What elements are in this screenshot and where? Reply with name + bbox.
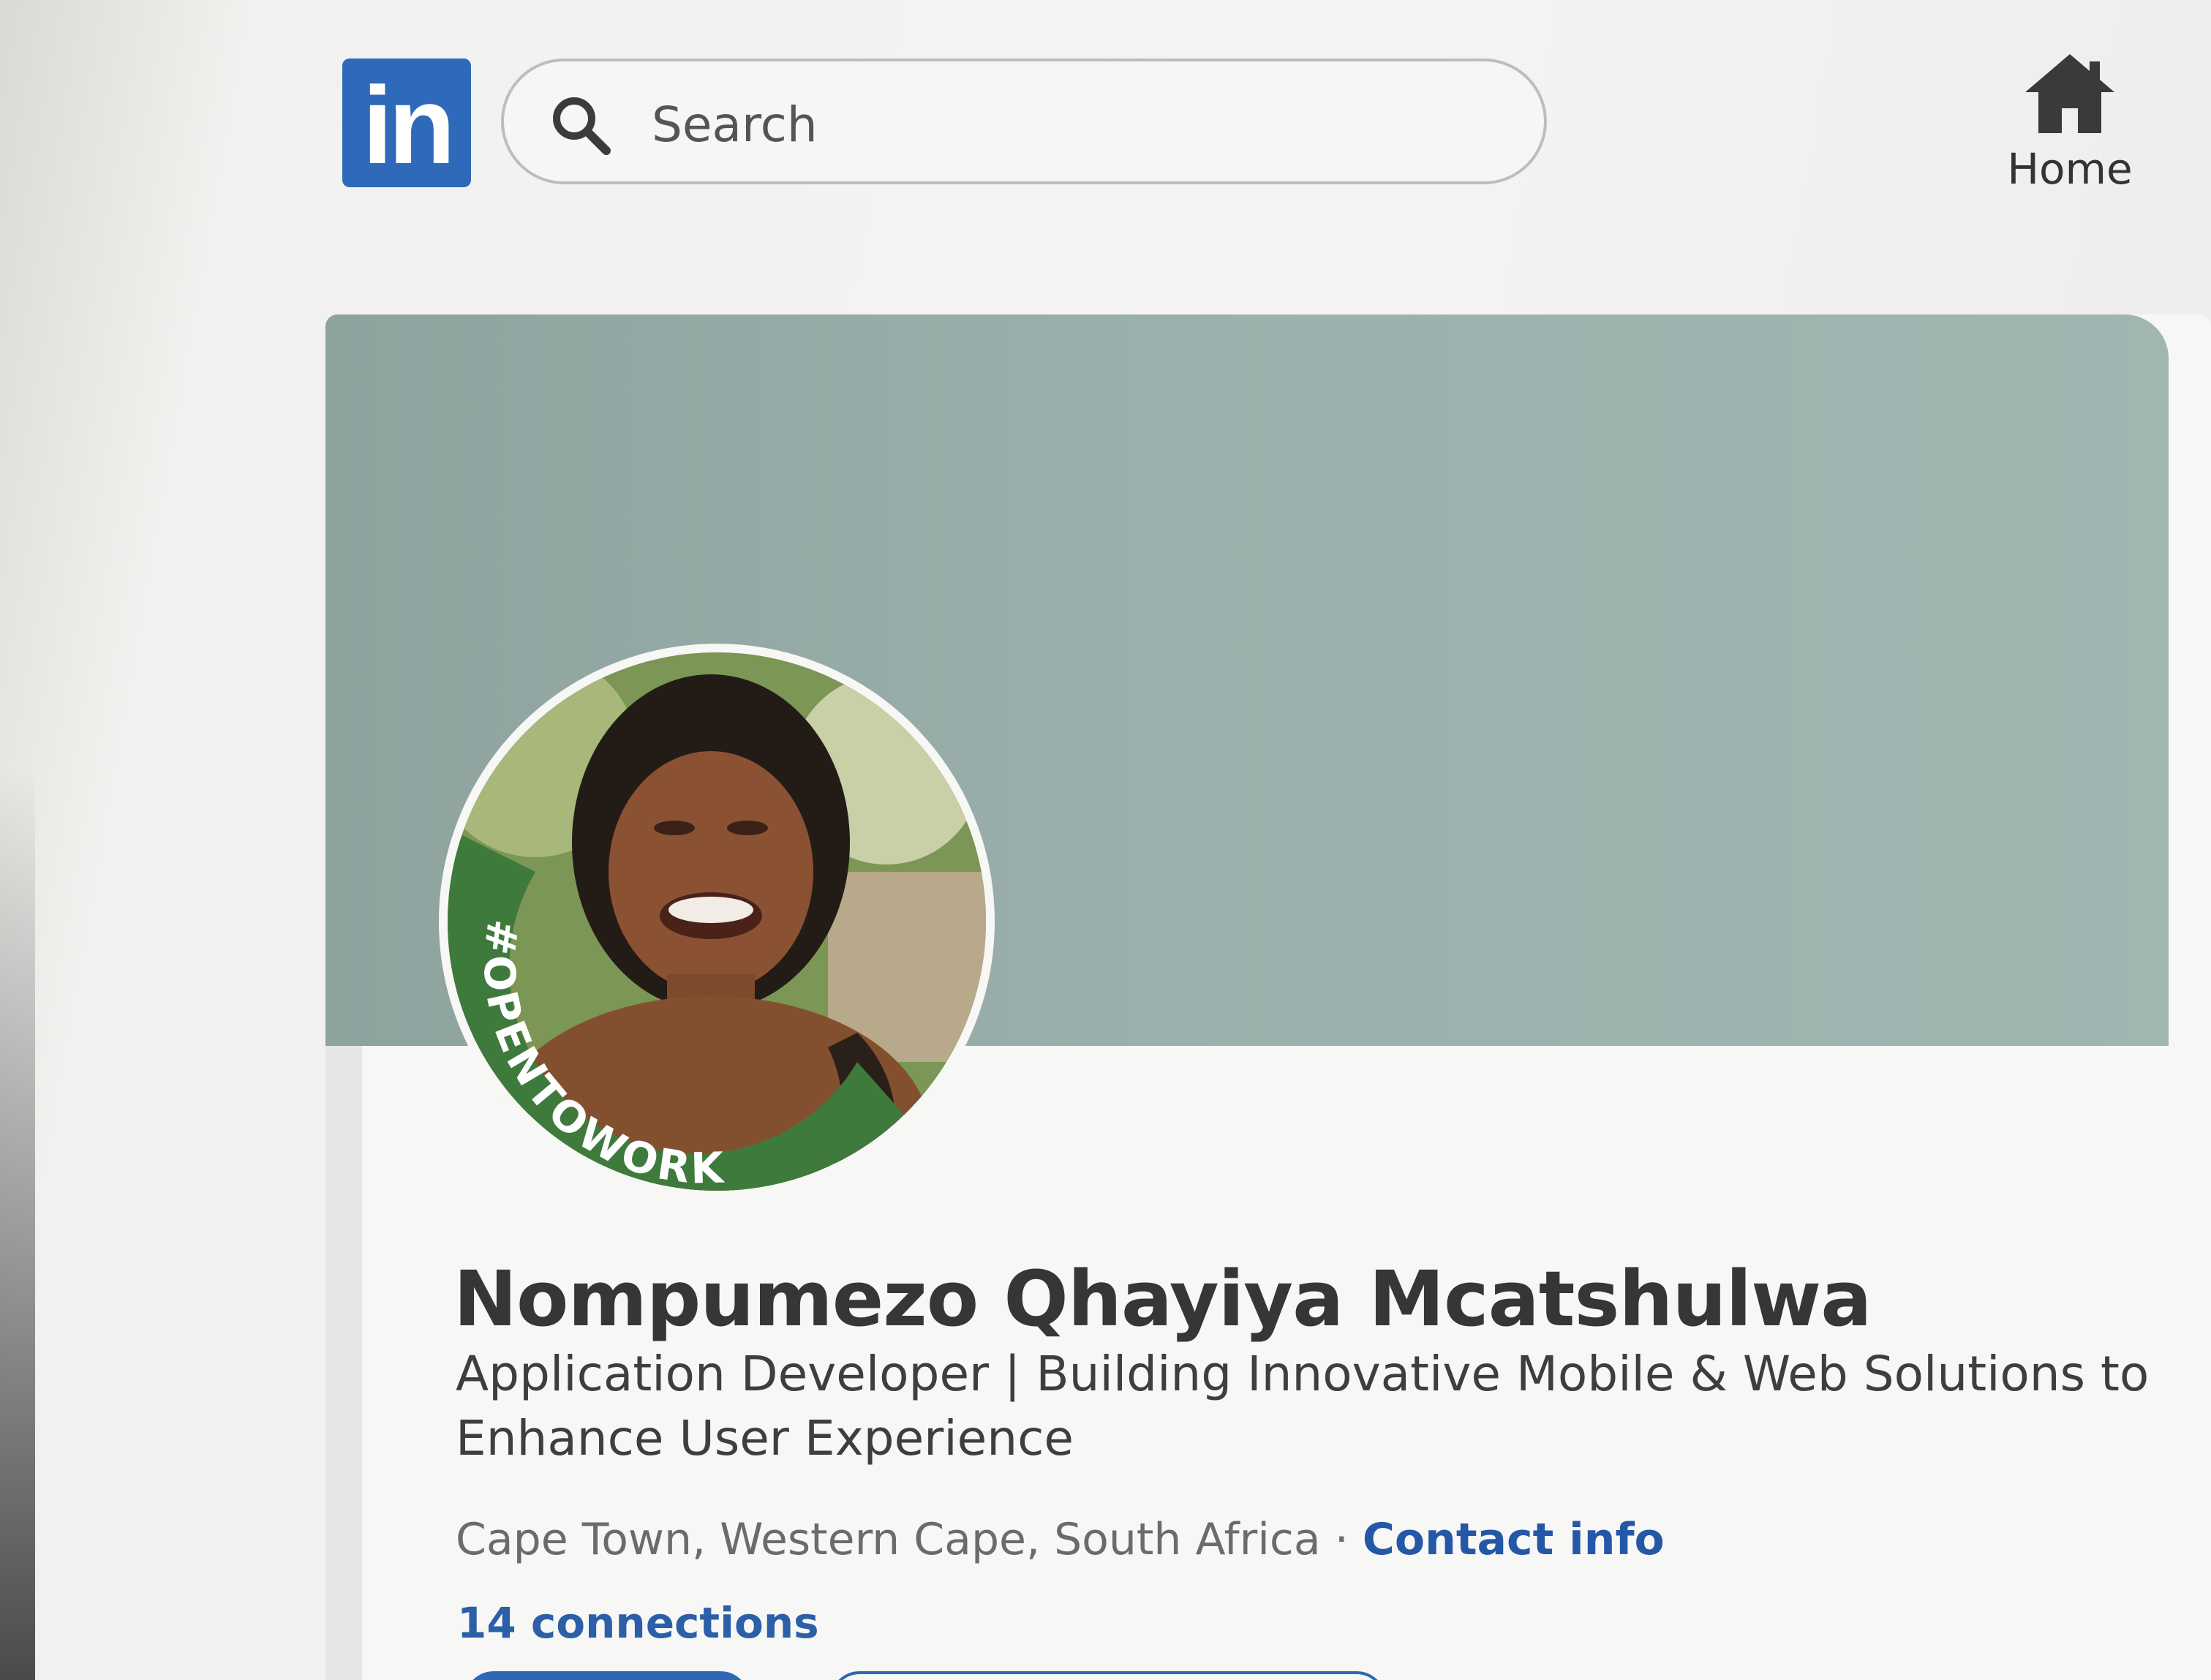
linkedin-logo[interactable]: in xyxy=(342,59,471,187)
card-edge xyxy=(325,1046,362,1680)
profile-headline: Application Developer | Building Innovat… xyxy=(456,1346,2150,1466)
avatar-image: #OPENTOWORK xyxy=(448,652,986,1191)
profile-meta: Cape Town, Western Cape, South Africa · … xyxy=(456,1514,1665,1565)
logo-text: in xyxy=(362,64,455,187)
nav-home[interactable]: Home xyxy=(1989,51,2150,212)
connections-link[interactable]: 14 connections xyxy=(457,1598,819,1648)
nav-home-label: Home xyxy=(2007,144,2133,194)
profile-card: #OPENTOWORK Nompumezo Qhayiya Mcatshulwa… xyxy=(325,314,2211,1680)
monitor-bezel xyxy=(0,768,35,1680)
contact-info-link[interactable]: Contact info xyxy=(1363,1514,1665,1565)
search-icon xyxy=(553,97,611,155)
avatar: #OPENTOWORK xyxy=(448,652,986,1191)
search-input[interactable] xyxy=(650,83,1494,165)
home-icon xyxy=(2025,54,2114,133)
top-nav-bar: in Home xyxy=(0,0,2211,241)
profile-photo[interactable]: #OPENTOWORK xyxy=(439,644,995,1199)
primary-action-button[interactable] xyxy=(464,1671,750,1680)
meta-separator: · xyxy=(1334,1514,1349,1565)
search-bar[interactable] xyxy=(501,59,1547,184)
secondary-action-button[interactable] xyxy=(830,1671,1386,1680)
profile-location: Cape Town, Western Cape, South Africa xyxy=(456,1514,1321,1565)
profile-name: Nompumezo Qhayiya Mcatshulwa xyxy=(453,1254,1872,1344)
